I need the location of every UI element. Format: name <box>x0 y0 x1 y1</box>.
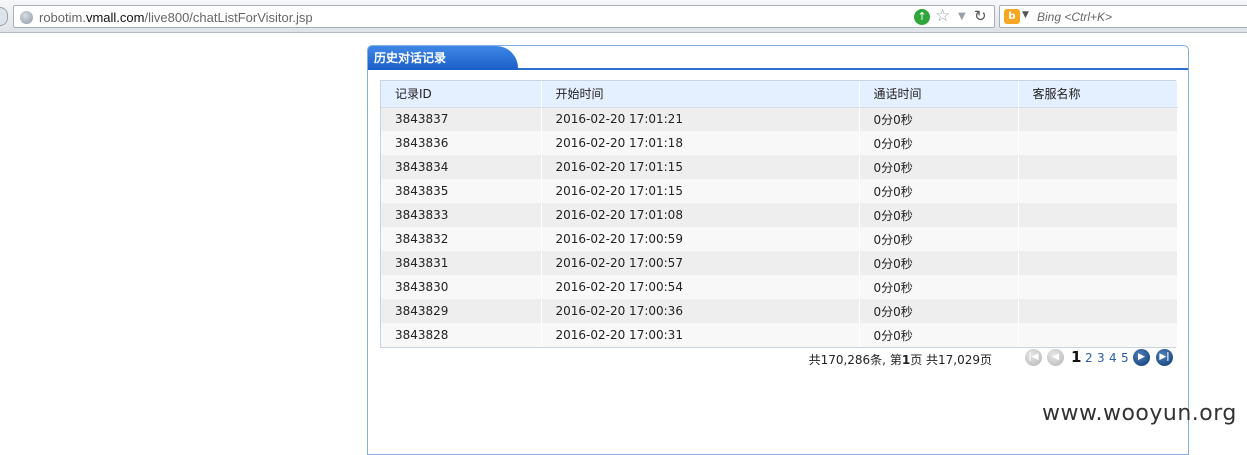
table-row[interactable]: 3843829 2016-02-20 17:00:36 0分0秒 <box>381 299 1178 323</box>
duration-cell: 0分0秒 <box>859 227 1019 251</box>
search-engine-dropdown-icon[interactable]: ▼ <box>1022 10 1029 20</box>
history-dropdown-icon[interactable]: ▼ <box>958 9 966 25</box>
agent-name-cell <box>1018 251 1178 275</box>
duration-cell: 0分0秒 <box>859 299 1019 323</box>
search-placeholder[interactable]: Bing <Ctrl+K> <box>1037 10 1112 24</box>
table-row[interactable]: 3843831 2016-02-20 17:00:57 0分0秒 <box>381 251 1178 275</box>
start-time-cell: 2016-02-20 17:00:36 <box>541 299 860 323</box>
agent-name-cell <box>1018 131 1178 155</box>
page-link-2[interactable]: 2 <box>1085 351 1093 365</box>
start-time-cell: 2016-02-20 17:00:57 <box>541 251 860 275</box>
url-text[interactable]: robotim.vmall.com/live800/chatListForVis… <box>39 10 313 25</box>
bookmark-star-icon[interactable]: ☆ <box>935 6 950 27</box>
browser-toolbar: robotim.vmall.com/live800/chatListForVis… <box>0 0 1247 33</box>
duration-cell: 0分0秒 <box>859 251 1019 275</box>
record-id-cell: 3843828 <box>381 323 542 347</box>
duration-cell: 0分0秒 <box>859 131 1019 155</box>
start-time-cell: 2016-02-20 17:01:15 <box>541 155 860 179</box>
record-id-cell: 3843829 <box>381 299 542 323</box>
start-time-cell: 2016-02-20 17:01:15 <box>541 179 860 203</box>
bing-icon[interactable]: b <box>1004 9 1020 24</box>
start-time-cell: 2016-02-20 17:01:08 <box>541 203 860 227</box>
agent-name-cell <box>1018 155 1178 179</box>
agent-name-cell <box>1018 179 1178 203</box>
panel-title: 历史对话记录 <box>368 46 518 70</box>
agent-name-cell <box>1018 107 1178 131</box>
last-page-icon[interactable]: ▶| <box>1156 349 1173 366</box>
start-time-cell: 2016-02-20 17:01:18 <box>541 131 860 155</box>
agent-name-cell <box>1018 203 1178 227</box>
record-id-cell: 3843830 <box>381 275 542 299</box>
duration-cell: 0分0秒 <box>859 155 1019 179</box>
column-header-agent-name[interactable]: 客服名称 <box>1018 81 1178 108</box>
globe-icon <box>20 11 33 24</box>
page-link-5[interactable]: 5 <box>1121 351 1129 365</box>
search-box[interactable]: b ▼ Bing <Ctrl+K> <box>999 5 1247 28</box>
record-id-cell: 3843832 <box>381 227 542 251</box>
record-id-cell: 3843831 <box>381 251 542 275</box>
table-row[interactable]: 3843834 2016-02-20 17:01:15 0分0秒 <box>381 155 1178 179</box>
record-id-cell: 3843837 <box>381 107 542 131</box>
agent-name-cell <box>1018 323 1178 347</box>
column-header-record-id[interactable]: 记录ID <box>381 81 542 108</box>
table-header-row: 记录ID 开始时间 通话时间 客服名称 <box>381 81 1178 108</box>
chat-record-table: 记录ID 开始时间 通话时间 客服名称 3843837 2016-02-20 17… <box>380 80 1178 348</box>
chat-history-panel: 历史对话记录 记录ID 开始时间 通话时间 客服名称 3843837 2016-0… <box>367 45 1189 455</box>
pagination: 共170,286条, 第1页 共17,029页 |◀ ◀ 1 2 3 4 5 ▶… <box>380 348 1176 370</box>
table-row[interactable]: 3843837 2016-02-20 17:01:21 0分0秒 <box>381 107 1178 131</box>
first-page-icon[interactable]: |◀ <box>1025 349 1042 366</box>
prev-page-icon[interactable]: ◀ <box>1047 349 1064 366</box>
start-time-cell: 2016-02-20 17:01:21 <box>541 107 860 131</box>
duration-cell: 0分0秒 <box>859 203 1019 227</box>
agent-name-cell <box>1018 299 1178 323</box>
go-arrow-icon[interactable]: ↑ <box>914 9 930 25</box>
agent-name-cell <box>1018 275 1178 299</box>
duration-cell: 0分0秒 <box>859 323 1019 347</box>
panel-header: 历史对话记录 <box>368 46 1188 70</box>
next-page-icon[interactable]: ▶ <box>1133 349 1150 366</box>
table-row[interactable]: 3843830 2016-02-20 17:00:54 0分0秒 <box>381 275 1178 299</box>
reload-icon[interactable]: ↻ <box>974 7 987 26</box>
table-row[interactable]: 3843832 2016-02-20 17:00:59 0分0秒 <box>381 227 1178 251</box>
table-row[interactable]: 3843828 2016-02-20 17:00:31 0分0秒 <box>381 323 1178 347</box>
page-link-4[interactable]: 4 <box>1109 351 1117 365</box>
address-bar[interactable]: robotim.vmall.com/live800/chatListForVis… <box>13 5 995 28</box>
record-id-cell: 3843836 <box>381 131 542 155</box>
column-header-duration[interactable]: 通话时间 <box>859 81 1019 108</box>
agent-name-cell <box>1018 227 1178 251</box>
page-link-3[interactable]: 3 <box>1097 351 1105 365</box>
back-button[interactable] <box>0 7 8 26</box>
table-row[interactable]: 3843836 2016-02-20 17:01:18 0分0秒 <box>381 131 1178 155</box>
table-row[interactable]: 3843835 2016-02-20 17:01:15 0分0秒 <box>381 179 1178 203</box>
record-id-cell: 3843835 <box>381 179 542 203</box>
duration-cell: 0分0秒 <box>859 107 1019 131</box>
start-time-cell: 2016-02-20 17:00:31 <box>541 323 860 347</box>
pagination-summary: 共170,286条, 第1页 共17,029页 <box>808 353 992 367</box>
current-page-number: 1 <box>1071 348 1082 366</box>
duration-cell: 0分0秒 <box>859 275 1019 299</box>
watermark-text: www.wooyun.org <box>1042 401 1237 426</box>
start-time-cell: 2016-02-20 17:00:54 <box>541 275 860 299</box>
table-row[interactable]: 3843833 2016-02-20 17:01:08 0分0秒 <box>381 203 1178 227</box>
column-header-start-time[interactable]: 开始时间 <box>541 81 860 108</box>
start-time-cell: 2016-02-20 17:00:59 <box>541 227 860 251</box>
record-id-cell: 3843833 <box>381 203 542 227</box>
duration-cell: 0分0秒 <box>859 179 1019 203</box>
record-id-cell: 3843834 <box>381 155 542 179</box>
